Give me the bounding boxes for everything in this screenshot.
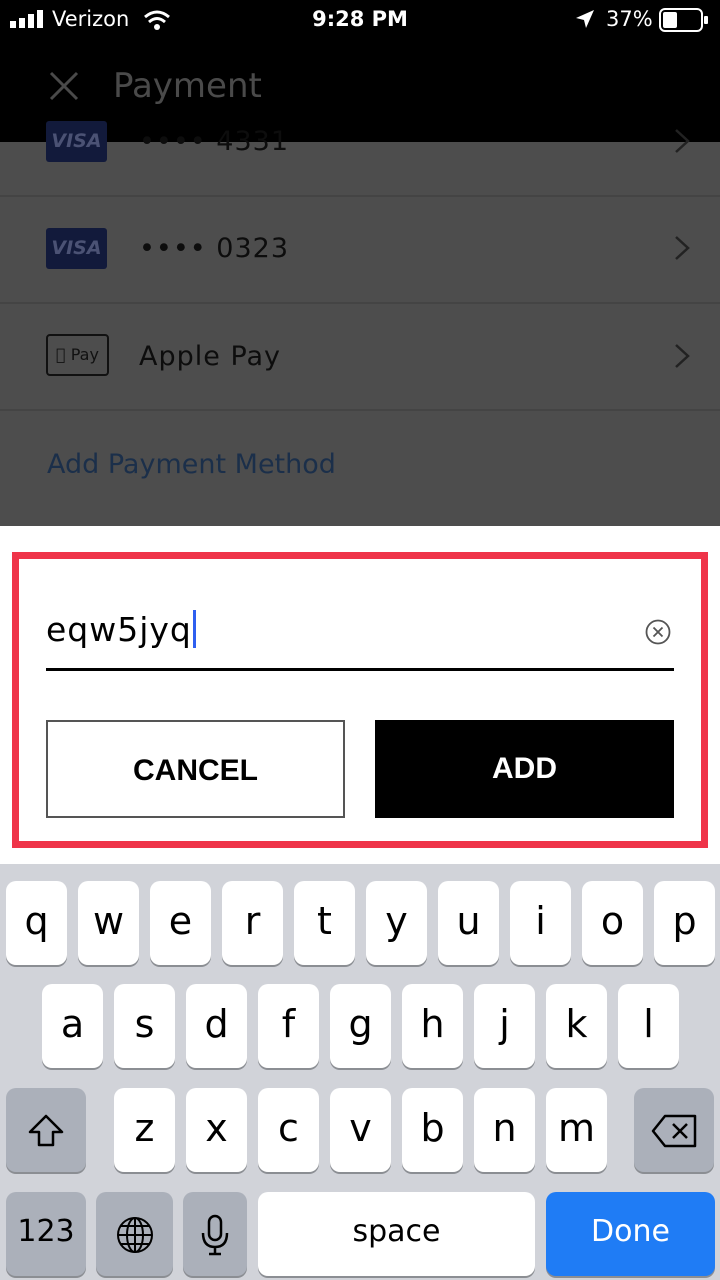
input-underline xyxy=(46,668,674,671)
key-i[interactable]: i xyxy=(510,881,571,965)
code-input-value: eqw5jyq xyxy=(46,610,192,649)
globe-key[interactable] xyxy=(96,1192,173,1276)
backspace-icon xyxy=(651,1114,697,1147)
chevron-right-icon xyxy=(675,129,690,153)
payment-row-visa-4331[interactable]: VISA •••• 4331 xyxy=(0,88,720,197)
key-g[interactable]: g xyxy=(330,984,391,1068)
payment-row-visa-0323[interactable]: VISA •••• 0323 xyxy=(0,195,720,304)
backspace-key[interactable] xyxy=(634,1088,714,1172)
payment-methods-list: VISA •••• 4331 VISA •••• 0323  Pay Appl… xyxy=(0,121,720,526)
payment-row-apple-pay[interactable]:  Pay Apple Pay xyxy=(0,302,720,411)
key-p[interactable]: p xyxy=(654,881,715,965)
status-bar: Verizon 9:28 PM 37% xyxy=(0,0,720,40)
chevron-right-icon xyxy=(675,344,690,368)
microphone-icon xyxy=(201,1214,229,1255)
dictation-key[interactable] xyxy=(183,1192,247,1276)
key-u[interactable]: u xyxy=(438,881,499,965)
location-arrow-icon xyxy=(576,10,594,28)
key-m[interactable]: m xyxy=(546,1088,607,1172)
key-y[interactable]: y xyxy=(366,881,427,965)
key-f[interactable]: f xyxy=(258,984,319,1068)
key-x[interactable]: x xyxy=(186,1088,247,1172)
key-n[interactable]: n xyxy=(474,1088,535,1172)
apple-pay-logo:  Pay xyxy=(46,334,109,376)
numbers-key[interactable]: 123 xyxy=(6,1192,86,1276)
code-entry-panel: eqw5jyq CANCEL ADD xyxy=(0,526,720,864)
key-t[interactable]: t xyxy=(294,881,355,965)
key-r[interactable]: r xyxy=(222,881,283,965)
cancel-button[interactable]: CANCEL xyxy=(46,720,345,818)
key-j[interactable]: j xyxy=(474,984,535,1068)
key-d[interactable]: d xyxy=(186,984,247,1068)
battery-icon xyxy=(659,8,708,32)
key-w[interactable]: w xyxy=(78,881,139,965)
key-q[interactable]: q xyxy=(6,881,67,965)
payment-row-label: Apple Pay xyxy=(139,341,282,372)
chevron-right-icon xyxy=(675,236,690,260)
add-payment-method-link[interactable]: Add Payment Method xyxy=(47,449,336,480)
key-k[interactable]: k xyxy=(546,984,607,1068)
visa-logo: VISA xyxy=(46,121,107,162)
key-c[interactable]: c xyxy=(258,1088,319,1172)
code-input[interactable]: eqw5jyq xyxy=(46,610,196,649)
battery-percent: 37% xyxy=(606,7,653,31)
key-a[interactable]: a xyxy=(42,984,103,1068)
key-s[interactable]: s xyxy=(114,984,175,1068)
visa-logo: VISA xyxy=(46,228,107,269)
key-l[interactable]: l xyxy=(618,984,679,1068)
payment-row-label: •••• 4331 xyxy=(139,126,289,157)
key-e[interactable]: e xyxy=(150,881,211,965)
key-b[interactable]: b xyxy=(402,1088,463,1172)
key-h[interactable]: h xyxy=(402,984,463,1068)
apple-pay-logo-text: Pay xyxy=(63,345,99,364)
space-key[interactable]: space xyxy=(258,1192,535,1276)
add-button[interactable]: ADD xyxy=(375,720,674,818)
onscreen-keyboard: q w e r t y u i o p a s d f g h j k l z … xyxy=(0,864,720,1280)
shift-icon xyxy=(28,1114,64,1146)
globe-icon xyxy=(116,1216,153,1253)
clear-input-icon[interactable] xyxy=(645,619,671,645)
key-v[interactable]: v xyxy=(330,1088,391,1172)
shift-key[interactable] xyxy=(6,1088,86,1172)
payment-row-label: •••• 0323 xyxy=(139,233,289,264)
key-z[interactable]: z xyxy=(114,1088,175,1172)
text-caret xyxy=(192,610,196,648)
key-o[interactable]: o xyxy=(582,881,643,965)
done-key[interactable]: Done xyxy=(546,1192,715,1276)
